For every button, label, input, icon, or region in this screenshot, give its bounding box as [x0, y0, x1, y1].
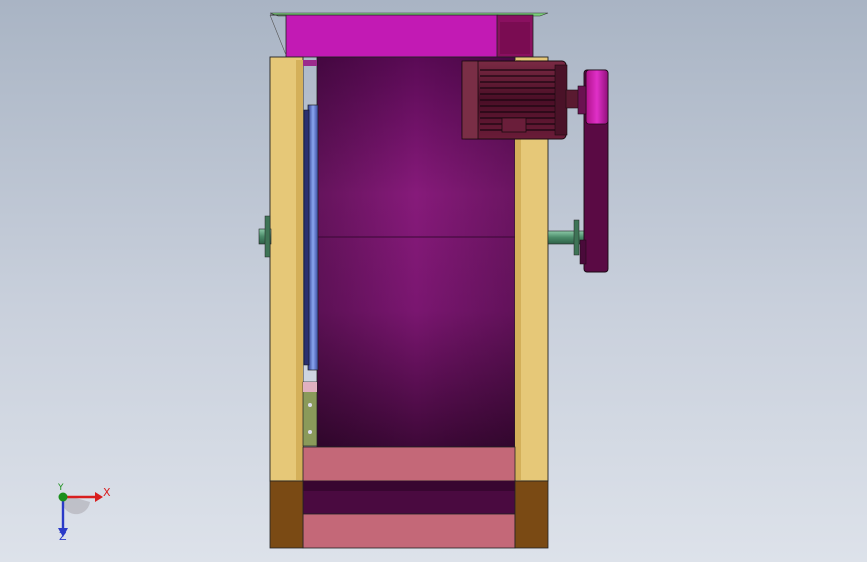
right-shaft[interactable] — [547, 219, 585, 256]
drum-assembly-model[interactable] — [0, 0, 867, 562]
y-axis-dot — [58, 492, 68, 502]
pulley-guard[interactable] — [577, 69, 609, 273]
x-axis-label: X — [103, 486, 111, 499]
z-axis-label: Z — [59, 530, 67, 543]
3d-viewport[interactable]: X Y Z — [0, 0, 867, 562]
y-axis-label: Y — [58, 483, 64, 493]
top-hood[interactable] — [269, 12, 549, 58]
left-hub-disc[interactable] — [303, 104, 319, 371]
left-shaft[interactable] — [258, 215, 272, 258]
motor[interactable] — [461, 60, 581, 140]
x-axis-arrow — [95, 492, 103, 502]
base-frame[interactable] — [269, 446, 549, 549]
